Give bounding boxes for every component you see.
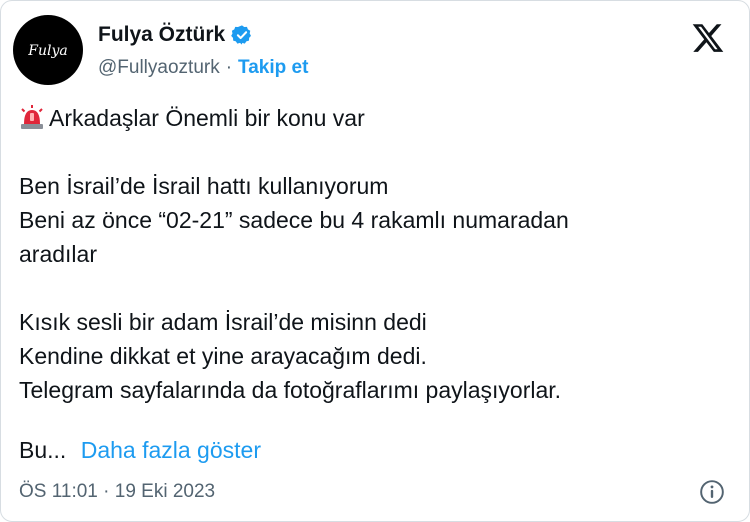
tweet-line: Kendine dikkat et yine arayacağım dedi.	[19, 343, 427, 369]
x-logo-icon[interactable]	[691, 21, 725, 55]
separator-dot: ·	[225, 57, 233, 78]
tweet-card: Fulya Fulya Öztürk @Fullyaozturk · Takip…	[0, 0, 750, 522]
tweet-line: Arkadaşlar Önemli bir konu var	[19, 101, 734, 135]
truncation-row: Bu... Daha fazla göster	[19, 437, 261, 464]
tweet-line-text: Arkadaşlar Önemli bir konu var	[49, 105, 365, 131]
svg-text:Fulya: Fulya	[27, 43, 67, 59]
tweet-timestamp[interactable]: ÖS 11:01 · 19 Eki 2023	[19, 481, 215, 503]
tweet-line: Ben İsrail’de İsrail hattı kullanıyorum	[19, 173, 389, 199]
truncated-prefix: Bu...	[19, 437, 67, 463]
show-more-link[interactable]: Daha fazla göster	[81, 437, 261, 463]
tweet-line: aradılar	[19, 241, 97, 267]
author-name-row: Fulya Öztürk	[98, 23, 253, 47]
follow-button[interactable]: Takip et	[238, 57, 308, 79]
police-light-emoji-icon	[21, 105, 43, 129]
tweet-line: Kısık sesli bir adam İsrail’de misinn de…	[19, 309, 427, 335]
tweet-line: Telegram sayfalarında da fotoğraflarımı …	[19, 377, 562, 403]
author-display-name[interactable]: Fulya Öztürk	[98, 23, 225, 47]
avatar[interactable]: Fulya	[13, 15, 83, 85]
verified-badge-icon	[231, 25, 252, 45]
tweet-body: Arkadaşlar Önemli bir konu var Ben İsrai…	[19, 101, 734, 407]
avatar-signature: Fulya	[27, 43, 67, 59]
tweet-line: Beni az önce “02-21” sadece bu 4 rakamlı…	[19, 207, 569, 233]
info-icon[interactable]	[699, 479, 725, 505]
author-handle-row: @Fullyaozturk · Takip et	[98, 57, 308, 79]
author-handle[interactable]: @Fullyaozturk	[98, 57, 220, 79]
